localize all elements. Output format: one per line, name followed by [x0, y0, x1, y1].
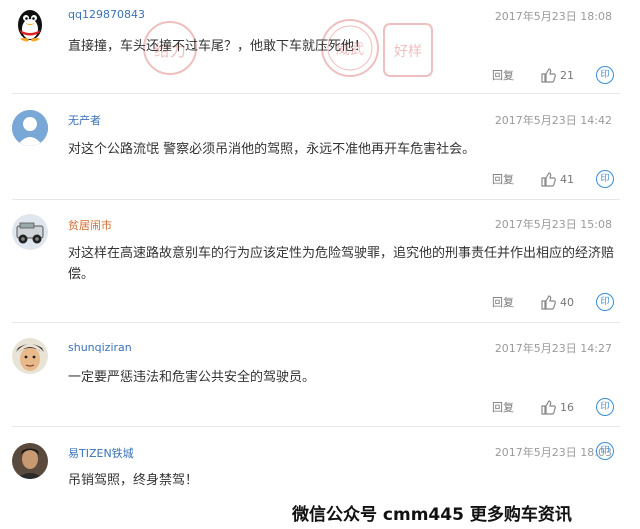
qq-penguin-icon — [18, 10, 42, 42]
avatar[interactable] — [12, 338, 48, 374]
timestamp: 2017年5月23日 18:03 — [494, 446, 612, 459]
comment-actions: 回复 16 印 — [492, 398, 614, 416]
comment-text: 一定要严惩违法和危害公共安全的驾驶员。 — [68, 370, 316, 385]
comment-actions: 回复 21 印 — [492, 66, 614, 84]
timestamp: 2017年5月23日 18:08 — [494, 10, 612, 23]
avatar[interactable] — [12, 110, 48, 146]
avatar[interactable] — [12, 214, 48, 250]
thumbs-up-icon — [541, 172, 556, 187]
comment-item: qq129870843 2017年5月23日 18:08 直接撞，车头还撞不过车… — [0, 0, 640, 96]
comment-text: 对这样在高速路故意别车的行为应该定性为危险驾驶罪，追究他的刑事责任并作出相应的经… — [68, 246, 615, 282]
avatar[interactable] — [12, 443, 48, 479]
username[interactable]: qq129870843 — [68, 8, 145, 21]
jeep-avatar — [12, 214, 48, 250]
watermark-text: 微信公众号 cmm445 更多购车资讯 — [292, 505, 572, 525]
comment-actions: 回复 41 印 — [492, 170, 614, 188]
like-count: 16 — [560, 400, 574, 414]
like-button[interactable]: 16 — [540, 399, 574, 415]
comment-text: 直接撞，车头还撞不过车尾？，他敢下车就压死他！ — [68, 39, 368, 54]
divider — [12, 93, 620, 94]
divider — [12, 426, 620, 427]
cartoon-face-avatar — [12, 338, 48, 374]
like-button[interactable]: 40 — [540, 294, 574, 310]
avatar[interactable] — [12, 6, 48, 42]
share-button[interactable]: 印 — [596, 66, 614, 84]
thumbs-up-icon — [541, 68, 556, 83]
like-count: 21 — [560, 68, 574, 82]
reply-button[interactable]: 回复 — [492, 294, 514, 310]
thumbs-up-icon — [541, 295, 556, 310]
comment-text: 吊销驾照，终身禁驾！ — [68, 473, 199, 488]
username[interactable]: 无产者 — [68, 112, 101, 128]
reply-button[interactable]: 回复 — [492, 67, 514, 83]
share-button[interactable]: 印 — [596, 442, 614, 460]
username[interactable]: 易TIZEN铁城 — [68, 445, 134, 461]
divider — [12, 322, 620, 323]
reply-button[interactable]: 回复 — [492, 399, 514, 415]
comment-actions: 回复 40 印 — [492, 293, 614, 311]
reply-button[interactable]: 回复 — [492, 171, 514, 187]
like-count: 41 — [560, 172, 574, 186]
timestamp: 2017年5月23日 14:27 — [494, 342, 612, 355]
username[interactable]: 贫居闹市 — [68, 217, 112, 233]
share-button[interactable]: 印 — [596, 170, 614, 188]
like-count: 40 — [560, 295, 574, 309]
man-photo-avatar — [12, 443, 48, 479]
timestamp: 2017年5月23日 14:42 — [494, 114, 612, 127]
comment-actions: 印 — [596, 442, 614, 460]
share-button[interactable]: 印 — [596, 293, 614, 311]
thumbs-up-icon — [541, 400, 556, 415]
divider — [12, 199, 620, 200]
timestamp: 2017年5月23日 15:08 — [494, 218, 612, 231]
default-user-icon — [12, 110, 48, 146]
username[interactable]: shunqiziran — [68, 341, 132, 354]
like-button[interactable]: 41 — [540, 171, 574, 187]
comment-text: 对这个公路流氓 警察必须吊消他的驾照，永远不准他再开车危害社会。 — [68, 142, 476, 157]
like-button[interactable]: 21 — [540, 67, 574, 83]
share-button[interactable]: 印 — [596, 398, 614, 416]
